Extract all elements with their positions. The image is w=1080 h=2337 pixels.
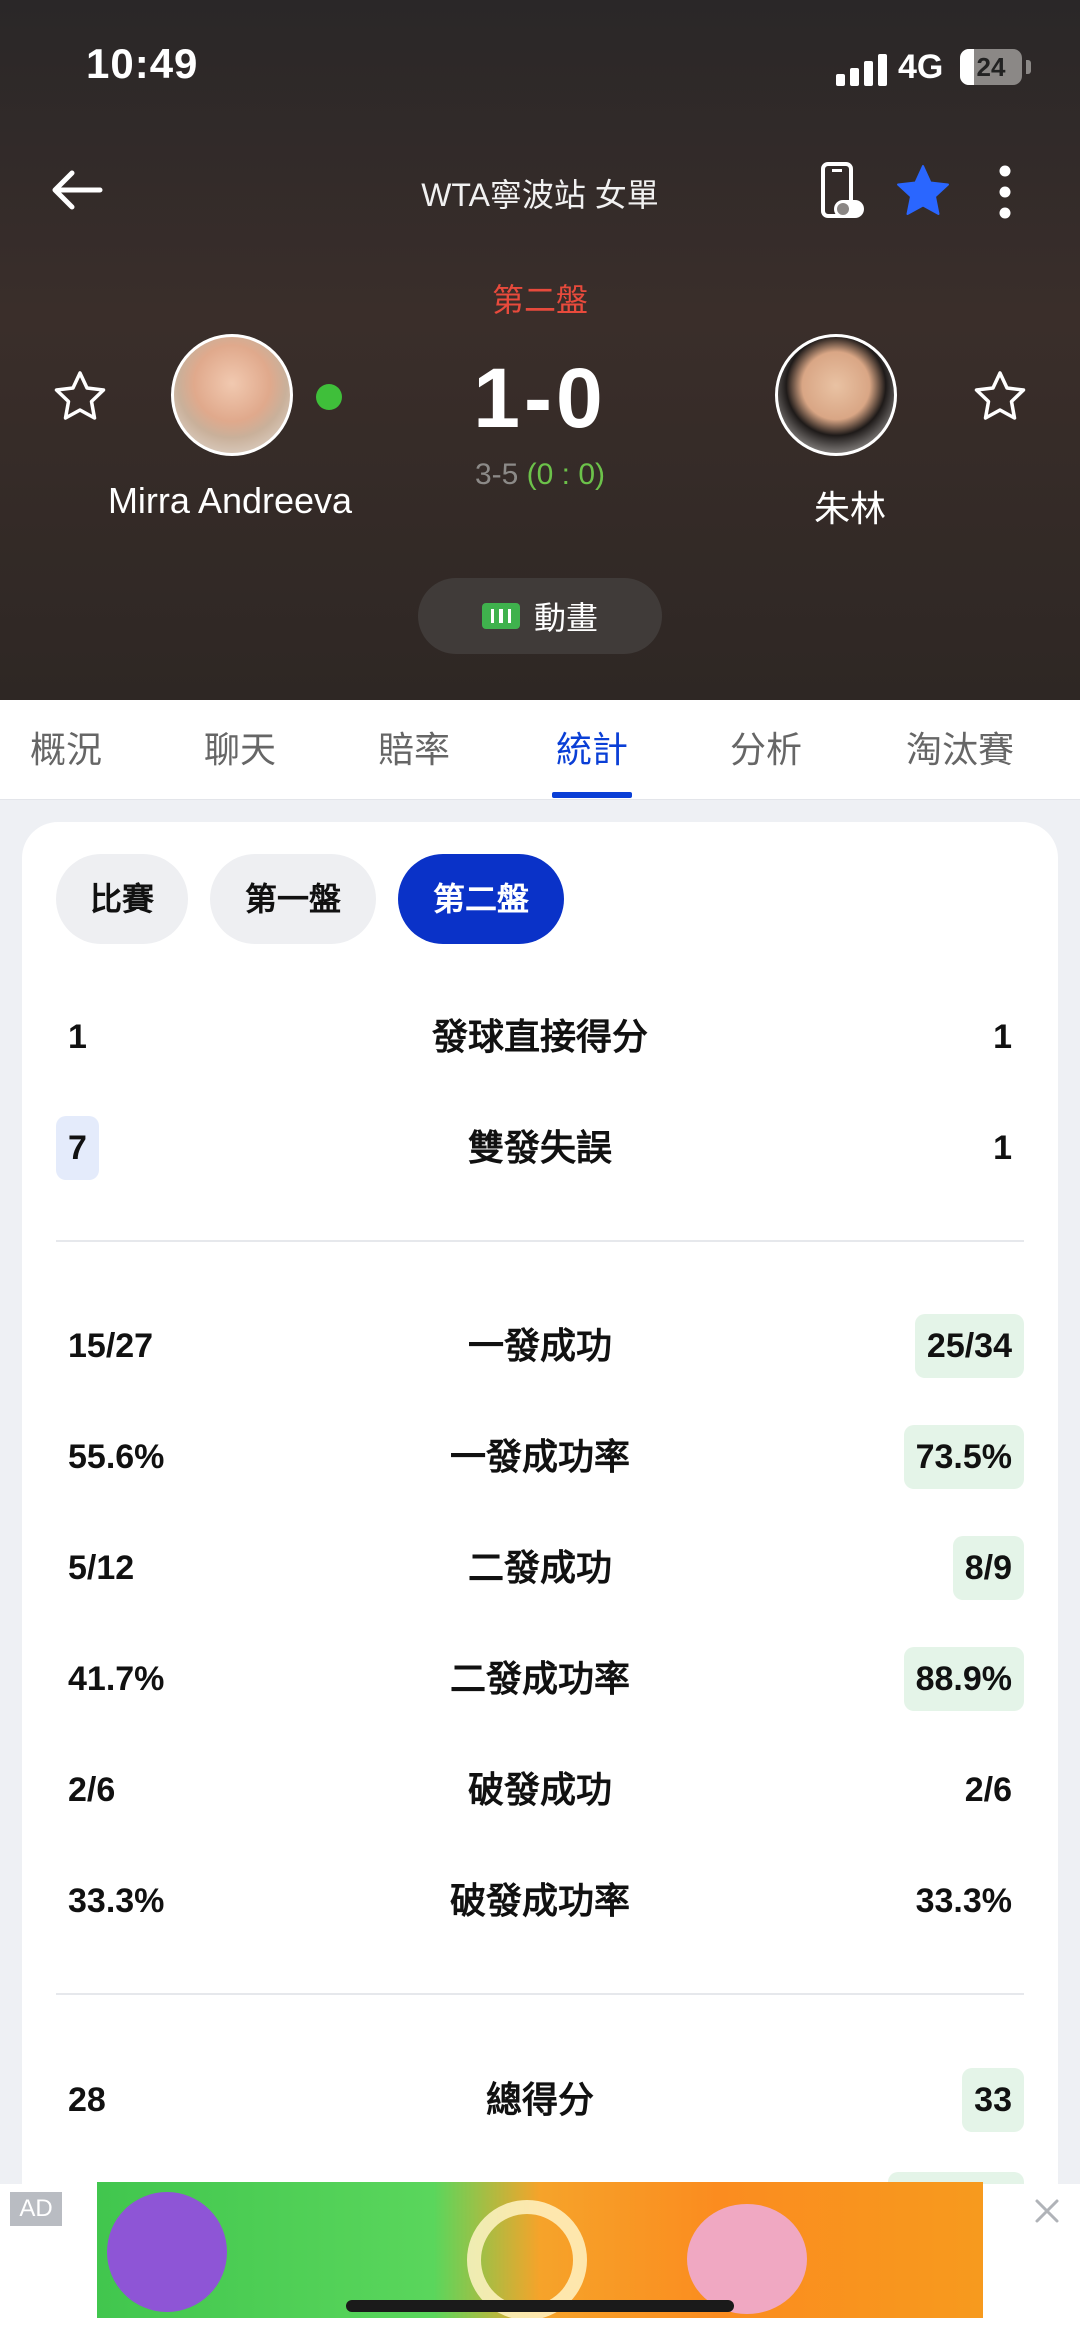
stat-right-value: 1	[993, 1018, 1012, 1056]
stat-row-aces: 1 發球直接得分 1	[56, 993, 1024, 1073]
stat-right-value: 1	[993, 1129, 1012, 1167]
battery-icon: 24	[960, 49, 1022, 85]
stat-row-total-points: 28 總得分 33	[56, 2056, 1024, 2136]
stat-right-value: 73.5%	[903, 1425, 1024, 1489]
stat-left-value: 5/12	[68, 1549, 135, 1587]
current-set-label: 第二盤	[491, 282, 588, 318]
ad-banner[interactable]	[97, 2182, 983, 2318]
stat-row-break-points-pct: 33.3% 破發成功率 33.3%	[56, 1857, 1024, 1937]
stat-right-value: 88.9%	[903, 1647, 1024, 1711]
tab-odds[interactable]: 賠率	[358, 700, 470, 800]
stat-row-first-serve-pct: 55.6% 一發成功率 73.5%	[56, 1413, 1024, 1493]
phone-toggle-icon[interactable]	[818, 160, 868, 224]
filter-match[interactable]: 比賽	[56, 854, 188, 944]
home-indicator	[346, 2300, 734, 2312]
section-divider	[56, 1993, 1024, 1995]
stat-left-value: 7	[56, 1116, 99, 1180]
stat-label: 破發成功率	[449, 1880, 630, 1921]
stat-row-double-faults: 7 雙發失誤 1	[56, 1104, 1024, 1184]
favorite-star-icon[interactable]	[894, 162, 952, 220]
stat-row-first-serve: 15/27 一發成功 25/34	[56, 1302, 1024, 1382]
stat-label: 一發成功率	[449, 1436, 630, 1477]
tab-overview[interactable]: 概況	[10, 700, 122, 800]
tournament-title: WTA寧波站 女單	[421, 177, 659, 213]
game-score: 3-5 (0 : 0)	[390, 458, 690, 492]
tab-knockout[interactable]: 淘汰賽	[888, 700, 1032, 800]
more-menu-icon[interactable]	[990, 162, 1020, 222]
stat-left-value: 55.6%	[68, 1438, 165, 1476]
network-type: 4G	[898, 48, 944, 86]
player-left-name[interactable]: Mirra Andreeva	[60, 480, 400, 522]
player-right-avatar[interactable]	[775, 334, 897, 456]
stat-label: 破發成功	[467, 1769, 612, 1810]
stat-label: 發球直接得分	[431, 1016, 648, 1057]
ad-brain-illustration	[687, 2204, 807, 2314]
filter-set-1[interactable]: 第一盤	[210, 854, 376, 944]
stat-label: 一發成功	[467, 1325, 612, 1366]
animation-button[interactable]: 動畫	[418, 578, 662, 654]
stat-right-value: 8/9	[952, 1536, 1024, 1600]
tab-analysis[interactable]: 分析	[710, 700, 822, 800]
stat-left-value: 33.3%	[68, 1882, 165, 1920]
stat-label: 二發成功	[467, 1547, 612, 1588]
follow-player-left-star-icon[interactable]	[52, 368, 108, 424]
status-time: 10:49	[86, 40, 199, 87]
stat-left-value: 28	[68, 2081, 106, 2119]
stat-right-value: 33.3%	[915, 1882, 1012, 1920]
stat-right-value: 25/34	[914, 1314, 1024, 1378]
player-left-avatar[interactable]	[171, 334, 293, 456]
battery-level: 24	[976, 52, 1006, 82]
stat-row-second-serve: 5/12 二發成功 8/9	[56, 1524, 1024, 1604]
stat-label: 總得分	[485, 2079, 594, 2120]
player-right-name[interactable]: 朱林	[740, 480, 960, 532]
game-score-value: 3-5	[474, 458, 519, 491]
close-icon[interactable]	[1030, 2194, 1064, 2228]
animation-label: 動畫	[533, 600, 598, 636]
section-divider	[56, 1240, 1024, 1242]
stat-right-value: 33	[962, 2068, 1024, 2132]
status-bar: 10:49 4G 24	[0, 0, 1080, 130]
stat-left-value: 15/27	[68, 1327, 154, 1365]
ad-tag: AD	[10, 2192, 62, 2226]
stat-left-value: 2/6	[68, 1771, 116, 1809]
match-header: 10:49 4G 24 WTA寧波站 女單 第二盤 1-0 3-5 (0 : 0…	[0, 0, 1080, 700]
tab-stats[interactable]: 統計	[536, 700, 648, 800]
point-score: (0 : 0)	[526, 458, 606, 491]
stat-left-value: 1	[68, 1018, 87, 1056]
stat-row-break-points: 2/6 破發成功 2/6	[56, 1746, 1024, 1826]
serving-ball-icon	[316, 384, 342, 410]
court-icon	[481, 603, 520, 629]
signal-icon	[836, 52, 888, 86]
stat-label: 雙發失誤	[467, 1127, 612, 1168]
battery-tip	[1026, 60, 1031, 74]
active-tab-indicator	[552, 792, 632, 798]
filter-set-2[interactable]: 第二盤	[398, 854, 564, 944]
tab-bar: 概況 聊天 賠率 統計 分析 淘汰賽	[0, 700, 1080, 800]
back-arrow-icon[interactable]	[46, 160, 106, 220]
stat-left-value: 41.7%	[68, 1660, 165, 1698]
tab-chat[interactable]: 聊天	[184, 700, 296, 800]
stat-label: 二發成功率	[449, 1658, 630, 1699]
ad-virus-illustration	[107, 2192, 227, 2312]
stat-row-second-serve-pct: 41.7% 二發成功率 88.9%	[56, 1635, 1024, 1715]
stat-right-value: 2/6	[964, 1771, 1012, 1809]
set-score: 1-0	[473, 351, 607, 445]
follow-player-right-star-icon[interactable]	[972, 368, 1028, 424]
